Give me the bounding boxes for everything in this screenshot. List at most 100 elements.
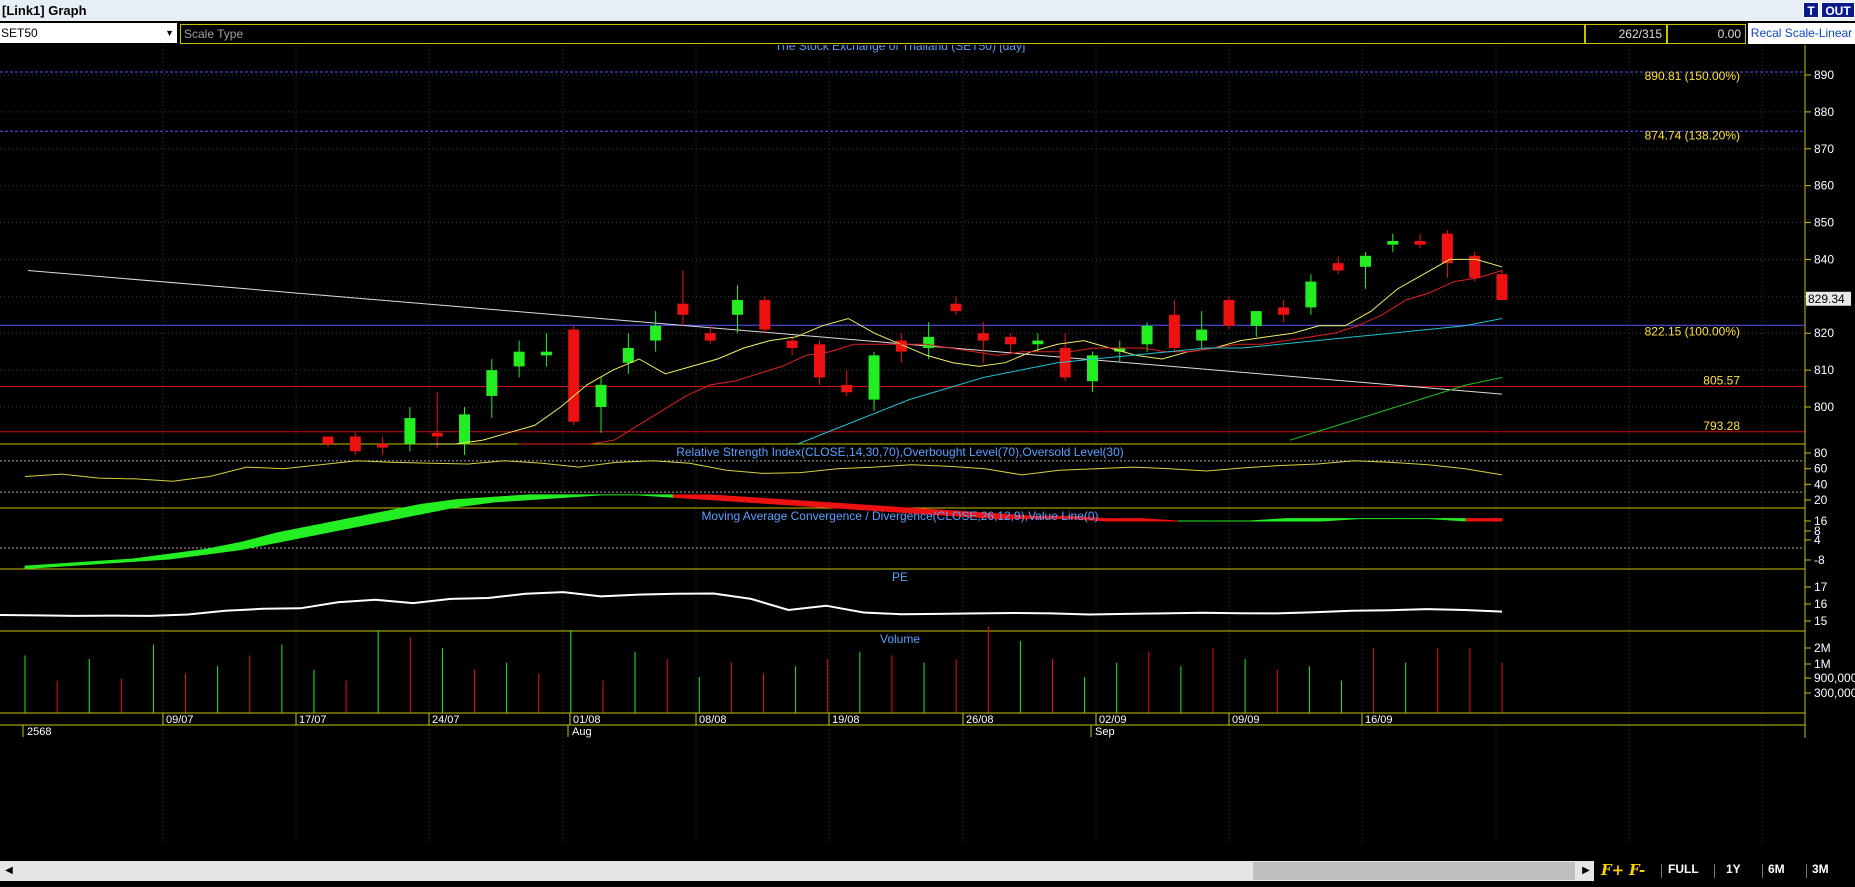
price-tick-label: 800 — [1814, 400, 1834, 414]
price-chart-title: The Stock Exchange of Thailand (SET50) [… — [775, 45, 1026, 53]
scroll-left-icon[interactable]: ◀ — [0, 861, 18, 881]
range-6m-button[interactable]: 6M — [1768, 862, 1785, 876]
volume-title: Volume — [880, 632, 920, 646]
candle-body — [431, 432, 443, 437]
rsi-tick-label: 20 — [1814, 493, 1828, 507]
candle-body — [841, 384, 853, 393]
divider — [1714, 864, 1715, 878]
candle-body — [1250, 311, 1262, 326]
candle-body — [459, 414, 471, 444]
month-label: Sep — [1095, 726, 1115, 738]
volume-tick-label: 2M — [1814, 641, 1831, 655]
candle-body — [650, 325, 662, 341]
x-tick-label: 08/08 — [699, 714, 727, 726]
macd-title: Moving Average Convergence / Divergence(… — [701, 509, 1098, 523]
price-tick-label: 890 — [1814, 68, 1834, 82]
volume-tick-label: 1M — [1814, 657, 1831, 671]
x-tick-label: 24/07 — [432, 714, 460, 726]
candle-body — [1387, 241, 1399, 245]
chevron-down-icon[interactable]: ▼ — [165, 23, 174, 43]
candle-body — [513, 351, 525, 367]
candle-body — [540, 351, 552, 356]
price-tick-label: 870 — [1814, 142, 1834, 156]
rsi-tick-label: 40 — [1814, 477, 1828, 491]
last-price-label: 829.34 — [1808, 292, 1845, 306]
t-button[interactable]: T — [1803, 2, 1819, 18]
candle-body — [1414, 241, 1426, 245]
candle-body — [1168, 314, 1180, 348]
pe-tick-label: 16 — [1814, 597, 1828, 611]
candle-body — [1496, 274, 1508, 301]
x-tick-label: 26/08 — [966, 714, 994, 726]
scrollbar-thumb[interactable] — [1253, 862, 1575, 880]
scale-type-field[interactable]: Scale Type — [180, 24, 1585, 44]
price-tick-label: 860 — [1814, 179, 1834, 193]
pe-tick-label: 15 — [1814, 614, 1828, 628]
window-title: [Link1] Graph — [2, 3, 87, 18]
macd-tick-label: -8 — [1814, 553, 1825, 567]
macd-tick-label: 4 — [1814, 533, 1821, 547]
macd-histogram-segment — [1105, 518, 1143, 522]
x-tick-label: 09/07 — [166, 714, 194, 726]
x-tick-label: 19/08 — [832, 714, 860, 726]
symbol-select[interactable]: SET50 ▼ — [0, 23, 177, 43]
month-label: 2568 — [27, 726, 51, 738]
symbol-value: SET50 — [1, 26, 38, 40]
candle-body — [732, 300, 744, 315]
volume-tick-label: 300,000 — [1814, 686, 1855, 700]
candle-body — [1359, 255, 1371, 267]
candle-body — [622, 347, 634, 363]
x-tick-label: 01/08 — [573, 714, 601, 726]
pe-title: PE — [892, 570, 908, 584]
divider — [1806, 864, 1807, 878]
price-tick-label: 840 — [1814, 252, 1834, 266]
month-label: Aug — [572, 726, 592, 738]
x-tick-label: 02/09 — [1099, 714, 1127, 726]
stock-chart[interactable]: 890880870860850840830820810800The Stock … — [0, 45, 1855, 860]
x-tick-label: 17/07 — [299, 714, 327, 726]
candle-body — [1196, 329, 1208, 341]
rsi-tick-label: 80 — [1814, 446, 1828, 460]
x-tick-label: 16/09 — [1365, 714, 1393, 726]
zoom-in-icon[interactable]: F+ — [1601, 861, 1624, 879]
candle-body — [813, 344, 825, 378]
rsi-title: Relative Strength Index(CLOSE,14,30,70),… — [676, 445, 1124, 459]
value-readout: 0.00 — [1667, 24, 1746, 44]
range-3m-button[interactable]: 3M — [1812, 862, 1829, 876]
candle-body — [1032, 340, 1044, 345]
candle-body — [950, 303, 962, 312]
candle-body — [568, 329, 580, 422]
scale-type-label: Scale Type — [184, 27, 244, 41]
candle-body — [868, 355, 880, 400]
candle-body — [677, 303, 689, 315]
level-label: 805.57 — [1703, 373, 1740, 387]
out-button[interactable]: OUT — [1821, 2, 1855, 18]
level-label: 822.15 (100.00%) — [1645, 324, 1740, 338]
macd-histogram-segment — [1465, 518, 1503, 522]
candle-body — [923, 336, 935, 348]
candle-body — [595, 384, 607, 407]
recal-scale-button[interactable]: Recal Scale-Linear — [1748, 23, 1855, 44]
zoom-out-icon[interactable]: F- — [1629, 861, 1645, 879]
pe-tick-label: 17 — [1814, 580, 1828, 594]
candle-body — [704, 333, 716, 341]
candle-body — [377, 443, 389, 448]
price-tick-label: 810 — [1814, 363, 1834, 377]
level-label: 874.74 (138.20%) — [1645, 128, 1740, 142]
candle-body — [1223, 300, 1235, 326]
range-full-button[interactable]: FULL — [1668, 862, 1699, 876]
candle-body — [1332, 263, 1344, 271]
level-label: 890.81 (150.00%) — [1645, 69, 1740, 83]
bar-count: 262/315 — [1585, 24, 1667, 44]
range-1y-button[interactable]: 1Y — [1726, 862, 1741, 876]
level-label: 793.28 — [1703, 419, 1740, 433]
macd-histogram-segment — [1285, 518, 1323, 522]
candle-body — [349, 436, 361, 452]
candle-body — [759, 300, 771, 330]
scroll-right-icon[interactable]: ▶ — [1578, 861, 1594, 881]
window-titlebar: [Link1] Graph T OUT — [0, 0, 1855, 22]
price-tick-label: 820 — [1814, 326, 1834, 340]
volume-tick-label: 900,000 — [1814, 671, 1855, 685]
candle-body — [404, 418, 416, 444]
candle-body — [1278, 307, 1290, 315]
